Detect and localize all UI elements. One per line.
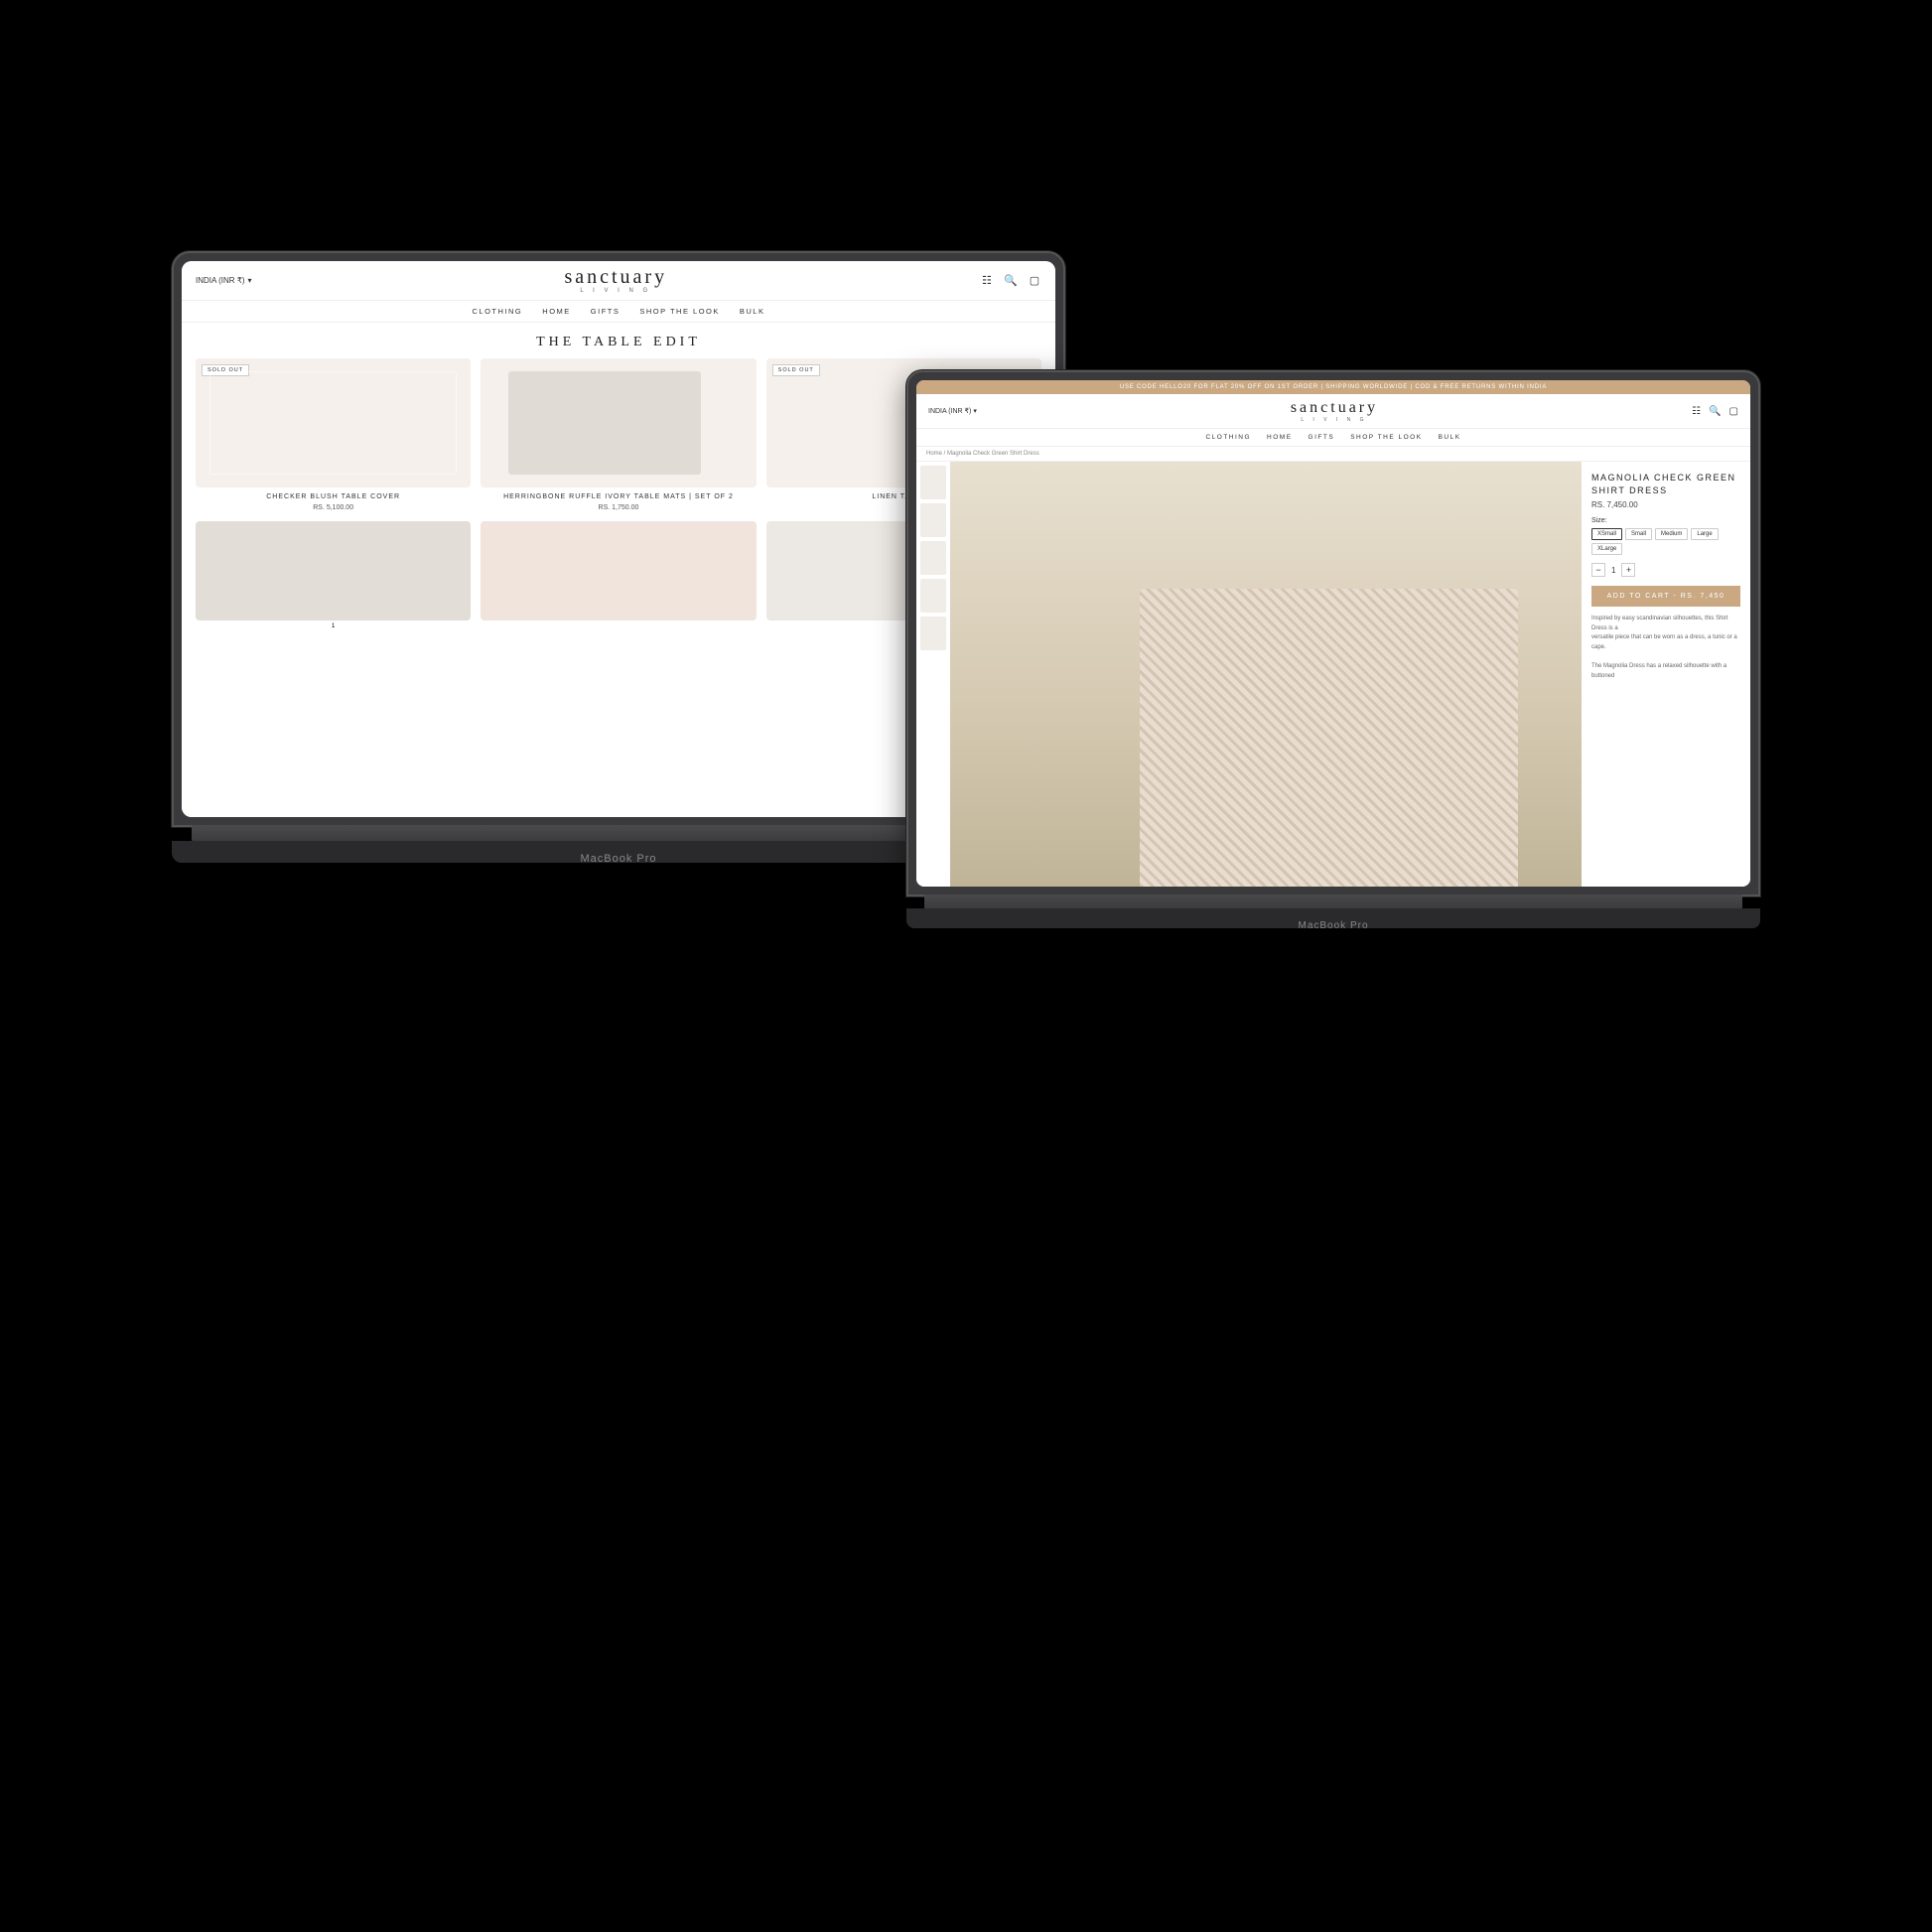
front-nav-icons: ☷ 🔍 ▢ (1692, 406, 1738, 417)
list-item[interactable] (481, 521, 756, 629)
product-name-2: HERRINGBONE RUFFLE IVORY TABLE MATS | SE… (481, 492, 756, 502)
product-image-5 (481, 521, 756, 621)
thumbnail-4[interactable] (920, 579, 946, 613)
quantity-value: 1 (1611, 566, 1615, 575)
product-thumbnails (916, 462, 950, 887)
size-large[interactable]: Large (1691, 528, 1718, 540)
size-medium[interactable]: Medium (1655, 528, 1688, 540)
list-item[interactable]: 1 (196, 521, 471, 629)
back-region-selector[interactable]: INDIA (INR ₹) ▾ (196, 276, 252, 285)
product-image-1: SOLD OUT (196, 358, 471, 487)
cart-icon[interactable]: ▢ (1028, 274, 1041, 288)
quantity-increase[interactable]: + (1621, 563, 1635, 577)
main-product-image (950, 462, 1582, 887)
product-title: MAGNOLIA CHECK GREEN SHIRT DRESS (1591, 472, 1740, 496)
front-laptop-screen-bezel: USE CODE HELLO20 FOR FLAT 20% OFF ON 1ST… (916, 380, 1750, 887)
thumbnail-5[interactable] (920, 617, 946, 650)
nav-bulk[interactable]: BULK (740, 307, 765, 316)
nav-clothing[interactable]: CLOTHING (473, 307, 523, 316)
front-region-selector[interactable]: INDIA (INR ₹) ▾ (928, 407, 977, 415)
size-options: XSmall Small Medium Large XLarge (1591, 528, 1740, 555)
product-price-2: RS. 1,750.00 (481, 504, 756, 511)
thumbnail-3[interactable] (920, 541, 946, 575)
cart-icon[interactable]: ▢ (1729, 406, 1738, 417)
product-person-image (950, 462, 1582, 887)
size-small[interactable]: Small (1625, 528, 1652, 540)
front-sanctuary-text: sanctuary (1291, 399, 1378, 417)
product-info-panel: MAGNOLIA CHECK GREEN SHIRT DRESS RS. 7,4… (1582, 462, 1750, 887)
product-name-1: CHECKER BLUSH TABLE COVER (196, 492, 471, 502)
nav-home[interactable]: HOME (542, 307, 571, 316)
back-sanctuary-text: sanctuary (564, 267, 667, 287)
front-macbook-label: MacBook Pro (1298, 920, 1368, 931)
front-laptop: USE CODE HELLO20 FOR FLAT 20% OFF ON 1ST… (906, 370, 1760, 1026)
back-macbook-label: MacBook Pro (580, 853, 656, 865)
breadcrumb: Home / Magnolia Check Green Shirt Dress (916, 447, 1750, 462)
thumbnail-1[interactable] (920, 466, 946, 499)
size-label: Size: (1591, 517, 1740, 524)
sold-out-badge-1: SOLD OUT (202, 364, 249, 376)
product-image-4 (196, 521, 471, 621)
front-living-text: L I V I N G (1291, 417, 1378, 423)
page-indicator: 1 (196, 623, 471, 629)
front-nav-shop-the-look[interactable]: SHOP THE LOOK (1350, 434, 1422, 441)
thumbnail-2[interactable] (920, 503, 946, 537)
user-icon[interactable]: ☷ (980, 274, 994, 288)
front-top-bar: INDIA (INR ₹) ▾ sanctuary L I V I N G ☷ … (916, 394, 1750, 429)
front-main-nav: CLOTHING HOME GIFTS SHOP THE LOOK BULK (916, 429, 1750, 447)
user-icon[interactable]: ☷ (1692, 406, 1701, 417)
search-icon[interactable]: 🔍 (1004, 274, 1018, 288)
back-brand-logo: sanctuary L I V I N G (564, 267, 667, 294)
product-page: MAGNOLIA CHECK GREEN SHIRT DRESS RS. 7,4… (916, 462, 1750, 887)
back-main-nav: CLOTHING HOME GIFTS SHOP THE LOOK BULK (182, 301, 1055, 323)
nav-gifts[interactable]: GIFTS (591, 307, 621, 316)
quantity-decrease[interactable]: − (1591, 563, 1605, 577)
nav-shop-the-look[interactable]: SHOP THE LOOK (639, 307, 720, 316)
chevron-down-icon: ▾ (248, 276, 252, 285)
front-brand-logo: sanctuary L I V I N G (1291, 399, 1378, 423)
front-product-price: RS. 7,450.00 (1591, 500, 1740, 509)
front-nav-gifts[interactable]: GIFTS (1309, 434, 1335, 441)
quantity-row: − 1 + (1591, 563, 1740, 577)
product-image-2 (481, 358, 756, 487)
back-page-title: THE TABLE EDIT (182, 323, 1055, 358)
list-item[interactable]: HERRINGBONE RUFFLE IVORY TABLE MATS | SE… (481, 358, 756, 511)
sold-out-badge-3: SOLD OUT (772, 364, 820, 376)
front-laptop-lid: USE CODE HELLO20 FOR FLAT 20% OFF ON 1ST… (906, 370, 1760, 897)
product-description: Inspired by easy scandinavian silhouette… (1591, 615, 1740, 681)
front-nav-clothing[interactable]: CLOTHING (1205, 434, 1251, 441)
add-to-cart-button[interactable]: ADD TO CART - RS. 7,450 (1591, 586, 1740, 607)
front-nav-home[interactable]: HOME (1267, 434, 1293, 441)
back-living-text: L I V I N G (564, 288, 667, 294)
back-nav-icons: ☷ 🔍 ▢ (980, 274, 1041, 288)
front-nav-bulk[interactable]: BULK (1439, 434, 1461, 441)
size-xlarge[interactable]: XLarge (1591, 543, 1622, 555)
announcement-bar: USE CODE HELLO20 FOR FLAT 20% OFF ON 1ST… (916, 380, 1750, 394)
back-top-bar: INDIA (INR ₹) ▾ sanctuary L I V I N G ☷ … (182, 261, 1055, 301)
list-item[interactable]: SOLD OUT CHECKER BLUSH TABLE COVER RS. 5… (196, 358, 471, 511)
chevron-down-icon: ▾ (973, 407, 977, 415)
front-screen-content: USE CODE HELLO20 FOR FLAT 20% OFF ON 1ST… (916, 380, 1750, 887)
search-icon[interactable]: 🔍 (1709, 406, 1721, 417)
product-price-1: RS. 5,100.00 (196, 504, 471, 511)
size-xsmall[interactable]: XSmall (1591, 528, 1622, 540)
